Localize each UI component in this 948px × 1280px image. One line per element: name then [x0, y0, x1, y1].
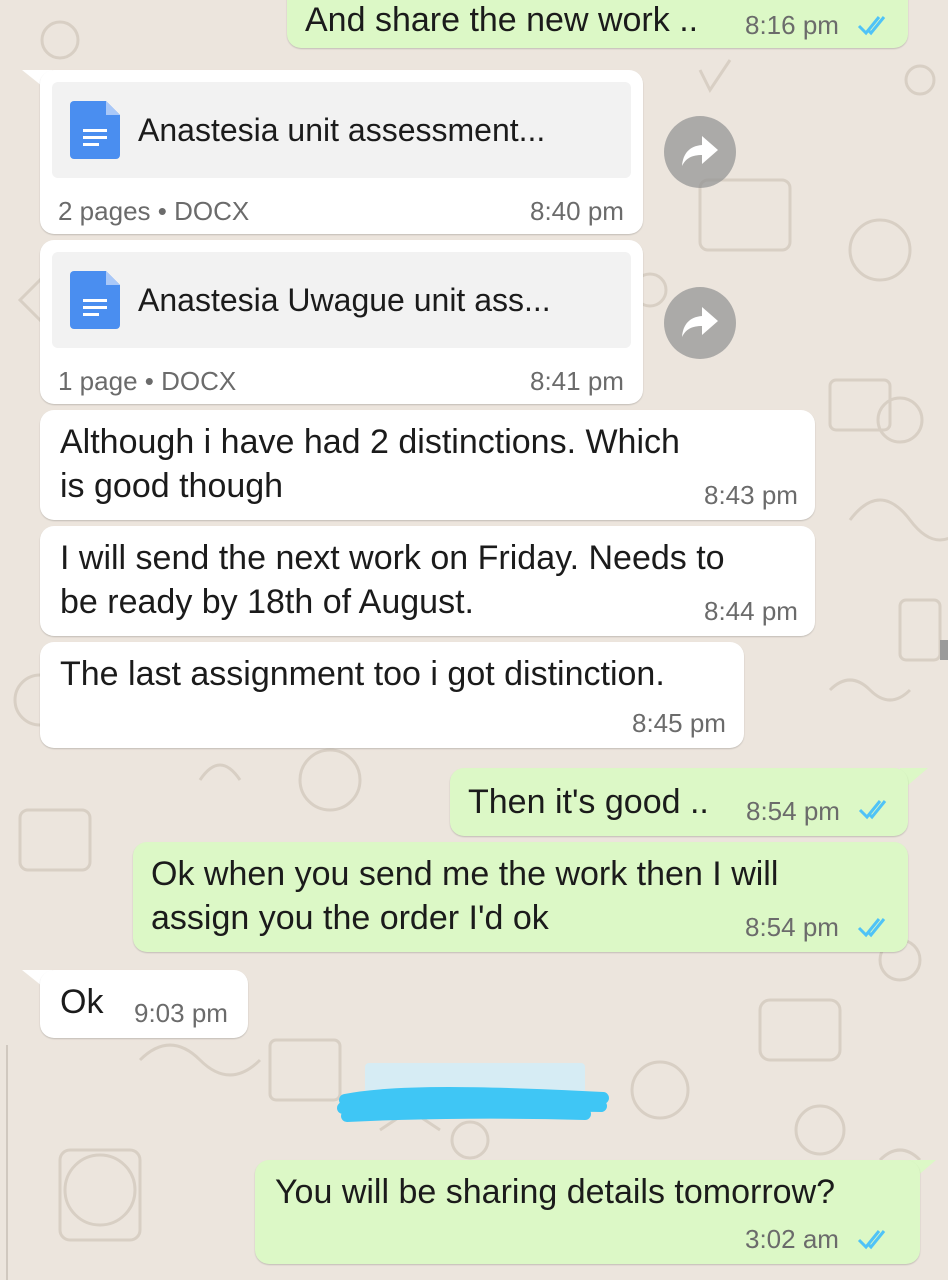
- double-check-icon: [857, 918, 886, 938]
- message-text-line: Although i have had 2 distinctions. Whic…: [60, 423, 680, 461]
- double-check-icon: [857, 1230, 886, 1250]
- message-bubble-outgoing[interactable]: Ok when you send me the work then I will…: [133, 842, 908, 952]
- message-time: 8:16 pm: [745, 10, 839, 40]
- message-bubble-incoming[interactable]: I will send the next work on Friday. Nee…: [40, 526, 815, 636]
- message-time: 8:40 pm: [530, 196, 624, 226]
- double-check-icon: [858, 800, 887, 820]
- message-time: 9:03 pm: [134, 998, 228, 1028]
- message-text: And share the new work ..: [305, 1, 699, 39]
- message-time: 8:54 pm: [745, 912, 839, 942]
- document-message[interactable]: Anastesia Uwague unit ass... 1 page • DO…: [40, 240, 643, 404]
- forward-icon: [682, 136, 718, 166]
- message-text: You will be sharing details tomorrow?: [275, 1173, 836, 1211]
- forward-button[interactable]: [664, 116, 736, 188]
- message-text: Ok: [60, 983, 104, 1021]
- message-bubble-outgoing[interactable]: Then it's good .. 8:54 pm: [450, 768, 908, 836]
- document-meta: 2 pages • DOCX: [58, 196, 250, 226]
- redaction-scribble: [337, 1087, 609, 1122]
- forward-button[interactable]: [664, 287, 736, 359]
- message-text: Then it's good ..: [468, 783, 709, 821]
- message-time: 8:41 pm: [530, 366, 624, 396]
- double-check-icon: [857, 16, 886, 36]
- message-bubble-incoming[interactable]: Although i have had 2 distinctions. Whic…: [40, 410, 815, 520]
- message-text-line: is good though: [60, 467, 284, 505]
- message-text: The last assignment too i got distinctio…: [60, 655, 665, 693]
- doc-icon: [70, 101, 120, 159]
- message-time: 8:45 pm: [632, 708, 726, 738]
- document-message[interactable]: Anastesia unit assessment... 2 pages • D…: [40, 70, 643, 234]
- message-text-line: be ready by 18th of August.: [60, 583, 474, 621]
- doc-icon: [70, 271, 120, 329]
- message-text-line: Ok when you send me the work then I will: [151, 855, 779, 893]
- message-bubble-outgoing[interactable]: And share the new work .. 8:16 pm: [287, 0, 908, 48]
- scroll-indicator[interactable]: [940, 640, 948, 660]
- message-bubble-incoming[interactable]: The last assignment too i got distinctio…: [40, 642, 744, 748]
- message-bubble-incoming[interactable]: Ok 9:03 pm: [40, 970, 248, 1038]
- forward-icon: [682, 307, 718, 337]
- message-text-line: I will send the next work on Friday. Nee…: [60, 539, 725, 577]
- document-meta: 1 page • DOCX: [58, 366, 237, 396]
- document-name: Anastesia Uwague unit ass...: [138, 282, 551, 318]
- message-time: 8:44 pm: [704, 596, 798, 626]
- document-name: Anastesia unit assessment...: [138, 112, 546, 148]
- document-card[interactable]: Anastesia unit assessment...: [52, 82, 631, 178]
- message-bubble-outgoing[interactable]: You will be sharing details tomorrow? 3:…: [255, 1160, 920, 1264]
- screen-edge: [6, 1045, 8, 1280]
- message-time: 8:54 pm: [746, 796, 840, 826]
- message-time: 3:02 am: [745, 1224, 839, 1254]
- document-card[interactable]: Anastesia Uwague unit ass...: [52, 252, 631, 348]
- message-text-line: assign you the order I'd ok: [151, 899, 549, 937]
- message-time: 8:43 pm: [704, 480, 798, 510]
